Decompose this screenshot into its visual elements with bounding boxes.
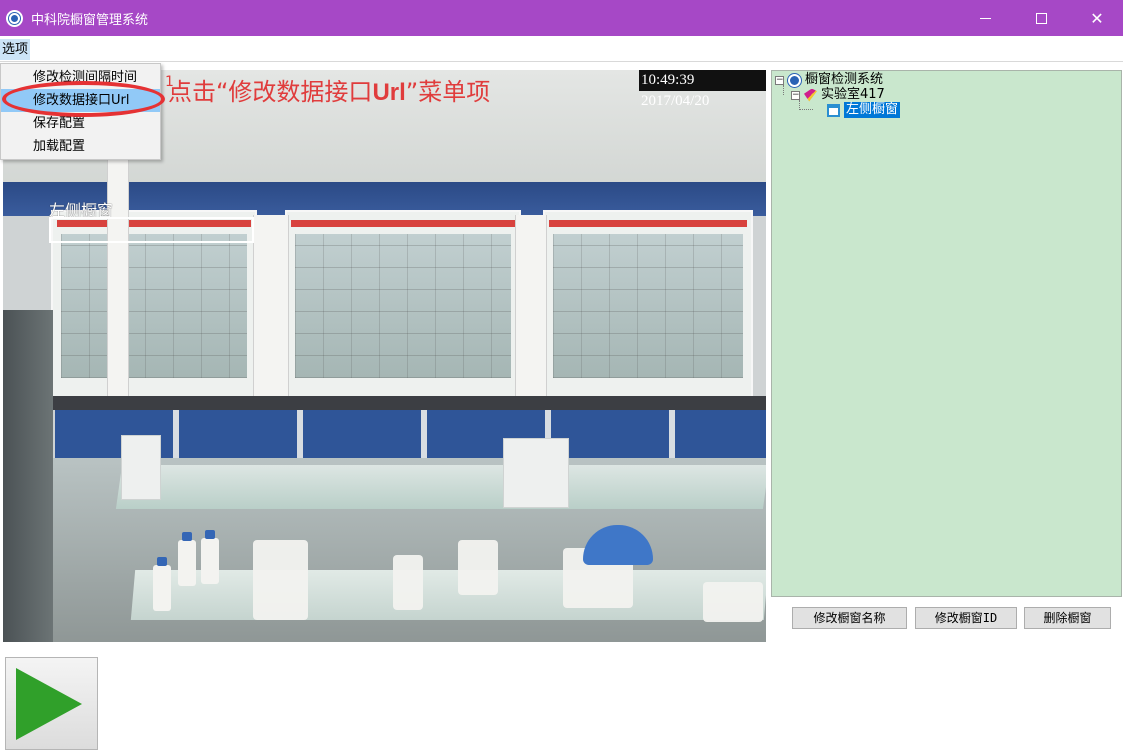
scene-bag	[458, 540, 498, 595]
collapse-icon[interactable]: −	[775, 75, 784, 85]
maximize-button[interactable]	[1013, 0, 1069, 36]
scene-bench-lower	[130, 570, 766, 620]
minimize-icon	[979, 17, 991, 19]
scene-bag	[393, 555, 423, 610]
scene-bottle	[153, 557, 171, 611]
change-hood-id-button[interactable]: 修改橱窗ID	[915, 607, 1017, 629]
play-button[interactable]	[5, 657, 98, 750]
tree-view[interactable]: − 橱窗检测系统 − 实验室417 左侧橱窗	[771, 70, 1122, 597]
fume-hood-right	[543, 210, 753, 398]
scene-bag	[253, 540, 308, 620]
maximize-icon	[1035, 12, 1047, 24]
tree-node-lab[interactable]: − 实验室417	[791, 87, 885, 103]
tree-node-root-label: 橱窗检测系统	[805, 72, 884, 87]
scene-bottle	[178, 532, 196, 586]
title-bar: 中科院橱窗管理系统 ✕	[0, 0, 1123, 36]
highlight-ellipse	[2, 81, 165, 117]
scene-cabinets	[55, 410, 766, 460]
close-icon: ✕	[1090, 8, 1104, 28]
scene-box	[703, 582, 763, 622]
delete-hood-button[interactable]: 删除橱窗	[1024, 607, 1111, 629]
annotation-suffix: ”菜单项	[405, 78, 491, 106]
scene-bench	[115, 465, 766, 509]
hood-icon	[827, 103, 840, 117]
video-timestamp: 10:49:39 2017/04/20	[639, 70, 766, 109]
hood-pillar	[515, 215, 547, 405]
roi-box	[49, 217, 254, 243]
tree-node-hood[interactable]: 左侧橱窗	[827, 102, 901, 118]
minimize-button[interactable]	[957, 0, 1013, 36]
tree-node-hood-label: 左侧橱窗	[844, 102, 901, 118]
collapse-icon[interactable]: −	[791, 90, 800, 100]
play-icon	[16, 668, 82, 740]
lab-flag-icon	[804, 88, 817, 102]
scene-bottle	[201, 530, 219, 584]
tree-line	[799, 109, 813, 110]
menu-options[interactable]: 选项	[0, 39, 31, 60]
annotation-text: 点击“修改数据接口Url”菜单项	[168, 72, 490, 107]
hood-pillar	[253, 215, 289, 405]
annotation-bold: Url	[372, 79, 406, 106]
window-title: 中科院橱窗管理系统	[31, 12, 149, 28]
tree-node-root[interactable]: − 橱窗检测系统	[775, 72, 883, 88]
annotation-prefix: 点击“修改数据接口	[168, 78, 373, 106]
rename-hood-button[interactable]: 修改橱窗名称	[792, 607, 907, 629]
close-button[interactable]: ✕	[1069, 0, 1123, 36]
scene-box	[121, 435, 161, 500]
tree-node-lab-label: 实验室417	[821, 87, 885, 102]
menu-item-load-config[interactable]: 加载配置	[1, 135, 160, 158]
scene-equipment	[3, 310, 53, 642]
scene-counter	[3, 396, 766, 410]
scene-box	[503, 438, 569, 508]
menu-bar: 选项	[0, 36, 1123, 62]
system-globe-icon	[788, 73, 801, 87]
fume-hood-middle	[285, 210, 521, 398]
tree-actions: 修改橱窗名称 修改橱窗ID 删除橱窗	[771, 597, 1122, 642]
app-logo-icon	[6, 9, 23, 27]
